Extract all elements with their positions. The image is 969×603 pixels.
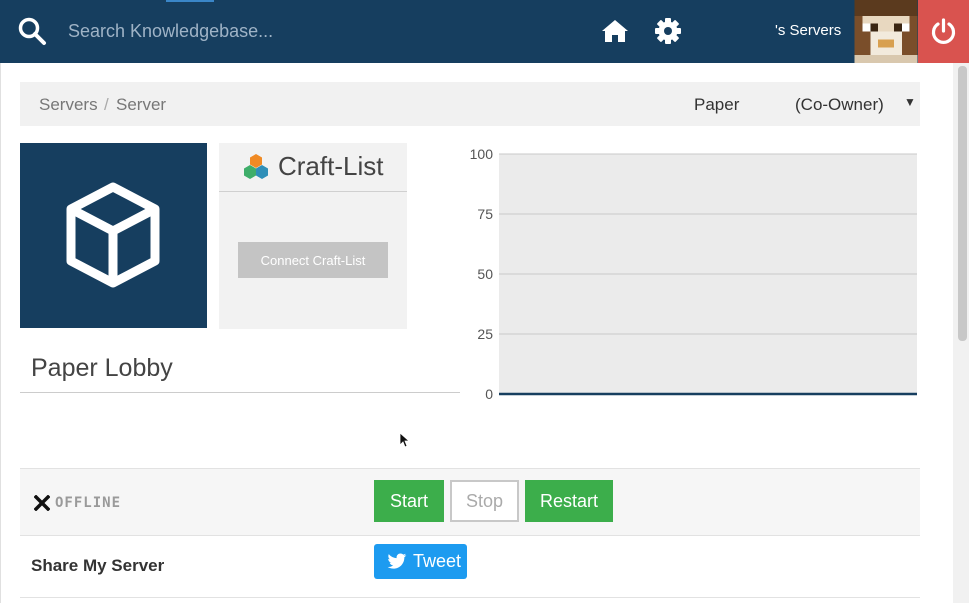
- chart-y-tick-label: 75: [477, 206, 493, 222]
- cube-icon: [66, 182, 160, 288]
- player-chart: 0 25 50 75 100: [470, 146, 917, 402]
- power-icon: [931, 18, 956, 44]
- server-title: Paper Lobby: [31, 354, 173, 382]
- breadcrumb-separator: /: [104, 95, 109, 114]
- breadcrumb: Servers / Server Paper (Co-Owner) ▼: [20, 82, 920, 126]
- logout-button[interactable]: [918, 0, 969, 63]
- chart-y-tick-label: 50: [477, 266, 493, 282]
- tweet-button[interactable]: Tweet: [374, 544, 467, 579]
- stop-button[interactable]: Stop: [450, 480, 519, 522]
- craft-list-logo-icon: [244, 154, 268, 179]
- chart-y-tick-label: 0: [485, 386, 493, 402]
- restart-button[interactable]: Restart: [525, 480, 613, 522]
- server-select[interactable]: Paper (Co-Owner) ▼: [692, 92, 920, 118]
- status-text: OFFLINE: [55, 495, 122, 511]
- gear-icon[interactable]: [654, 17, 682, 45]
- my-servers-link[interactable]: 's Servers: [775, 22, 841, 39]
- share-label: Share My Server: [31, 556, 165, 575]
- connect-craft-list-button[interactable]: Connect Craft-List: [238, 242, 388, 278]
- server-status-row: OFFLINE Start Stop Restart: [20, 468, 920, 536]
- breadcrumb-servers[interactable]: Servers: [39, 95, 98, 115]
- close-icon: [34, 495, 50, 511]
- title-divider: [20, 392, 460, 393]
- chart-y-tick-label: 25: [477, 326, 493, 342]
- chart-y-axis: 0 25 50 75 100: [470, 146, 494, 402]
- server-select-role: (Co-Owner): [795, 95, 884, 114]
- page-border: [0, 63, 1, 603]
- mouse-cursor-icon: [399, 432, 409, 448]
- server-select-name: Paper: [694, 95, 740, 114]
- scrollbar-thumb[interactable]: [958, 66, 967, 341]
- start-button[interactable]: Start: [374, 480, 444, 522]
- tweet-label: Tweet: [413, 551, 462, 571]
- share-row: Share My Server Tweet: [20, 535, 920, 598]
- twitter-icon: [387, 553, 407, 569]
- server-icon-tile: [20, 143, 207, 328]
- craft-list-title: Craft-List: [278, 151, 384, 181]
- status-badge: OFFLINE: [34, 495, 144, 513]
- search-input[interactable]: [58, 16, 498, 46]
- top-navbar: 's Servers: [0, 0, 969, 63]
- home-icon[interactable]: [601, 18, 629, 44]
- craft-list-card: Craft-List Connect Craft-List: [219, 143, 407, 329]
- craft-list-header: Craft-List: [219, 143, 407, 192]
- breadcrumb-server: Server: [116, 95, 167, 114]
- search-icon[interactable]: [17, 16, 47, 46]
- nav-accent: [166, 0, 214, 2]
- user-avatar[interactable]: [854, 0, 918, 63]
- chart-y-tick-label: 100: [470, 146, 494, 162]
- caret-down-icon: ▼: [904, 95, 916, 109]
